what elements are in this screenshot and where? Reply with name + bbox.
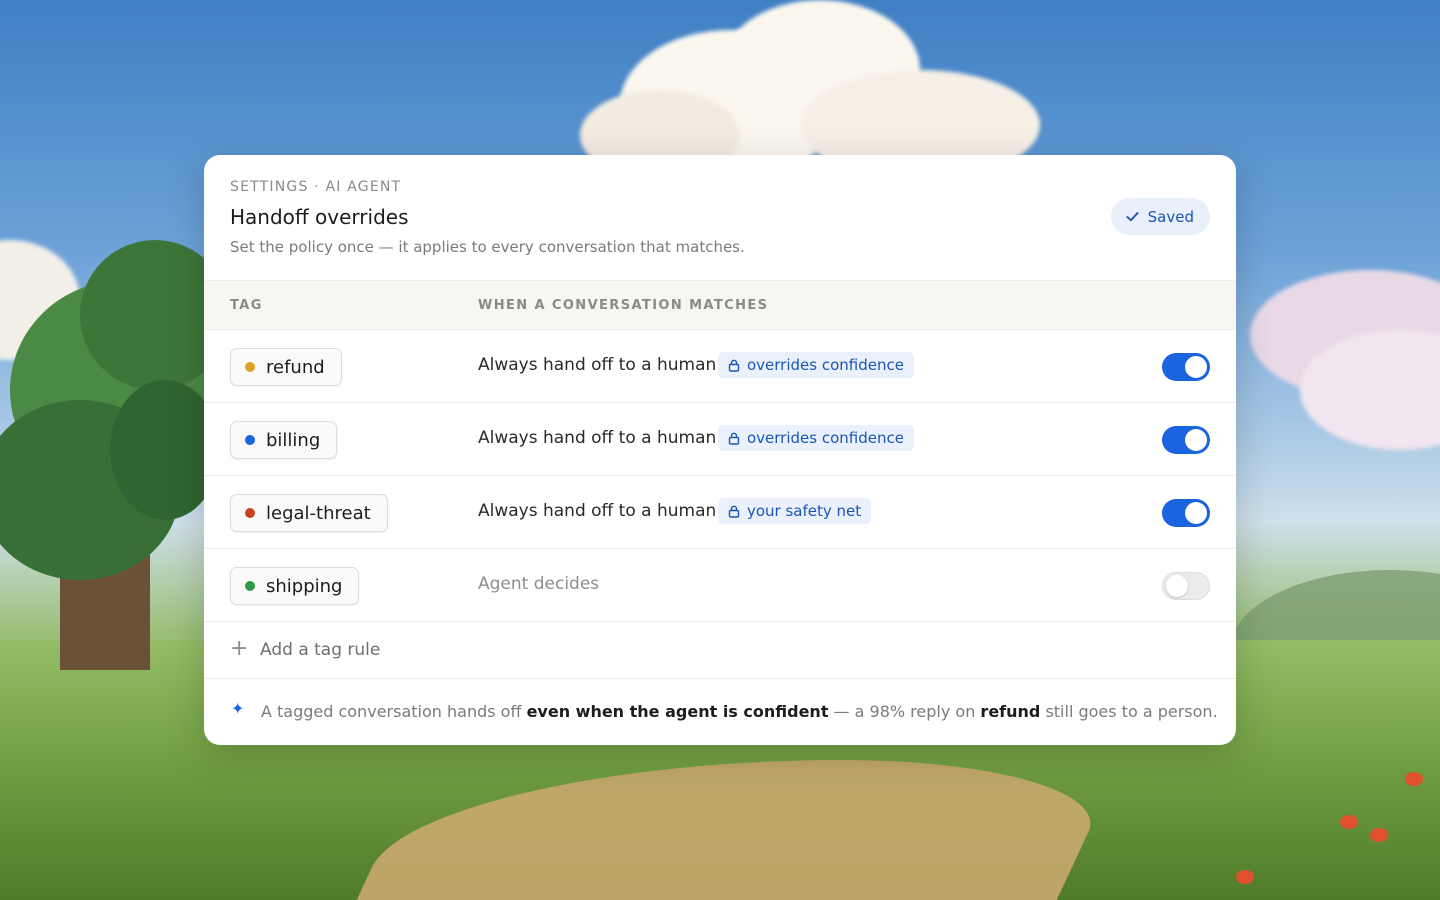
rule-toggle-billing[interactable] bbox=[1162, 426, 1210, 454]
note-text: — a 98% reply on bbox=[828, 702, 981, 721]
toggle-knob bbox=[1185, 356, 1207, 378]
note-emphasis: even when the agent is confident bbox=[526, 702, 829, 721]
tag-chip-legal-threat[interactable]: legal-threat bbox=[230, 494, 388, 532]
badge-label: overrides confidence bbox=[747, 356, 904, 374]
toggle-knob bbox=[1185, 429, 1207, 451]
overrides-confidence-badge: overrides confidence bbox=[718, 352, 914, 378]
breadcrumb: SETTINGS · AI AGENT bbox=[230, 179, 402, 195]
tag-color-dot bbox=[245, 581, 255, 591]
page-title: Handoff overrides bbox=[230, 205, 409, 229]
tag-chip-billing[interactable]: billing bbox=[230, 421, 338, 459]
tag-label: refund bbox=[266, 356, 325, 378]
tag-label: billing bbox=[266, 429, 321, 451]
column-header-tag: TAG bbox=[230, 298, 263, 313]
tag-chip-refund[interactable]: refund bbox=[230, 348, 342, 386]
tag-color-dot bbox=[245, 362, 255, 372]
lock-icon bbox=[728, 432, 740, 445]
table-row: billing Always hand off to a human overr… bbox=[204, 403, 1236, 476]
card-header: SETTINGS · AI AGENT Handoff overrides Se… bbox=[204, 155, 1236, 281]
tag-label: legal-threat bbox=[266, 502, 371, 524]
check-icon bbox=[1126, 212, 1139, 222]
handoff-overrides-card: SETTINGS · AI AGENT Handoff overrides Se… bbox=[204, 155, 1236, 745]
table-header: TAG WHEN A CONVERSATION MATCHES bbox=[204, 281, 1236, 330]
tag-color-dot bbox=[245, 508, 255, 518]
rule-toggle-legal-threat[interactable] bbox=[1162, 499, 1210, 527]
table-row: shipping Agent decides bbox=[204, 549, 1236, 622]
column-header-when: WHEN A CONVERSATION MATCHES bbox=[478, 298, 769, 313]
add-tag-rule-button[interactable]: + Add a tag rule bbox=[204, 622, 1236, 679]
overrides-confidence-badge: overrides confidence bbox=[718, 425, 914, 451]
rule-text: Always hand off to a human bbox=[478, 428, 717, 448]
note-text: A tagged conversation hands off bbox=[261, 702, 527, 721]
table-row: legal-threat Always hand off to a human … bbox=[204, 476, 1236, 549]
tag-chip-shipping[interactable]: shipping bbox=[230, 567, 360, 605]
rule-text: Always hand off to a human bbox=[478, 355, 717, 375]
table-row: refund Always hand off to a human overri… bbox=[204, 330, 1236, 403]
page-subtitle: Set the policy once — it applies to ever… bbox=[230, 238, 745, 256]
safety-net-badge: your safety net bbox=[718, 498, 872, 524]
tag-color-dot bbox=[245, 435, 255, 445]
toggle-knob bbox=[1166, 575, 1188, 597]
badge-label: overrides confidence bbox=[747, 429, 904, 447]
lock-icon bbox=[728, 359, 740, 372]
saved-status-badge: Saved bbox=[1110, 198, 1210, 235]
saved-label: Saved bbox=[1147, 207, 1194, 226]
plus-icon: + bbox=[230, 636, 249, 661]
rule-toggle-shipping[interactable] bbox=[1162, 572, 1210, 600]
badge-label: your safety net bbox=[747, 502, 862, 520]
rule-text: Always hand off to a human bbox=[478, 501, 717, 521]
add-tag-rule-label: Add a tag rule bbox=[260, 640, 381, 660]
info-footer: ✦ A tagged conversation hands off even w… bbox=[204, 679, 1236, 743]
info-note: A tagged conversation hands off even whe… bbox=[261, 702, 1218, 721]
rule-toggle-refund[interactable] bbox=[1162, 353, 1210, 381]
toggle-knob bbox=[1185, 502, 1207, 524]
rule-text: Agent decides bbox=[478, 574, 600, 594]
note-text: still goes to a person. bbox=[1040, 702, 1218, 721]
note-tag-emphasis: refund bbox=[980, 702, 1041, 721]
lock-icon bbox=[728, 505, 740, 518]
tag-label: shipping bbox=[266, 575, 343, 597]
sparkle-icon: ✦ bbox=[231, 699, 245, 718]
